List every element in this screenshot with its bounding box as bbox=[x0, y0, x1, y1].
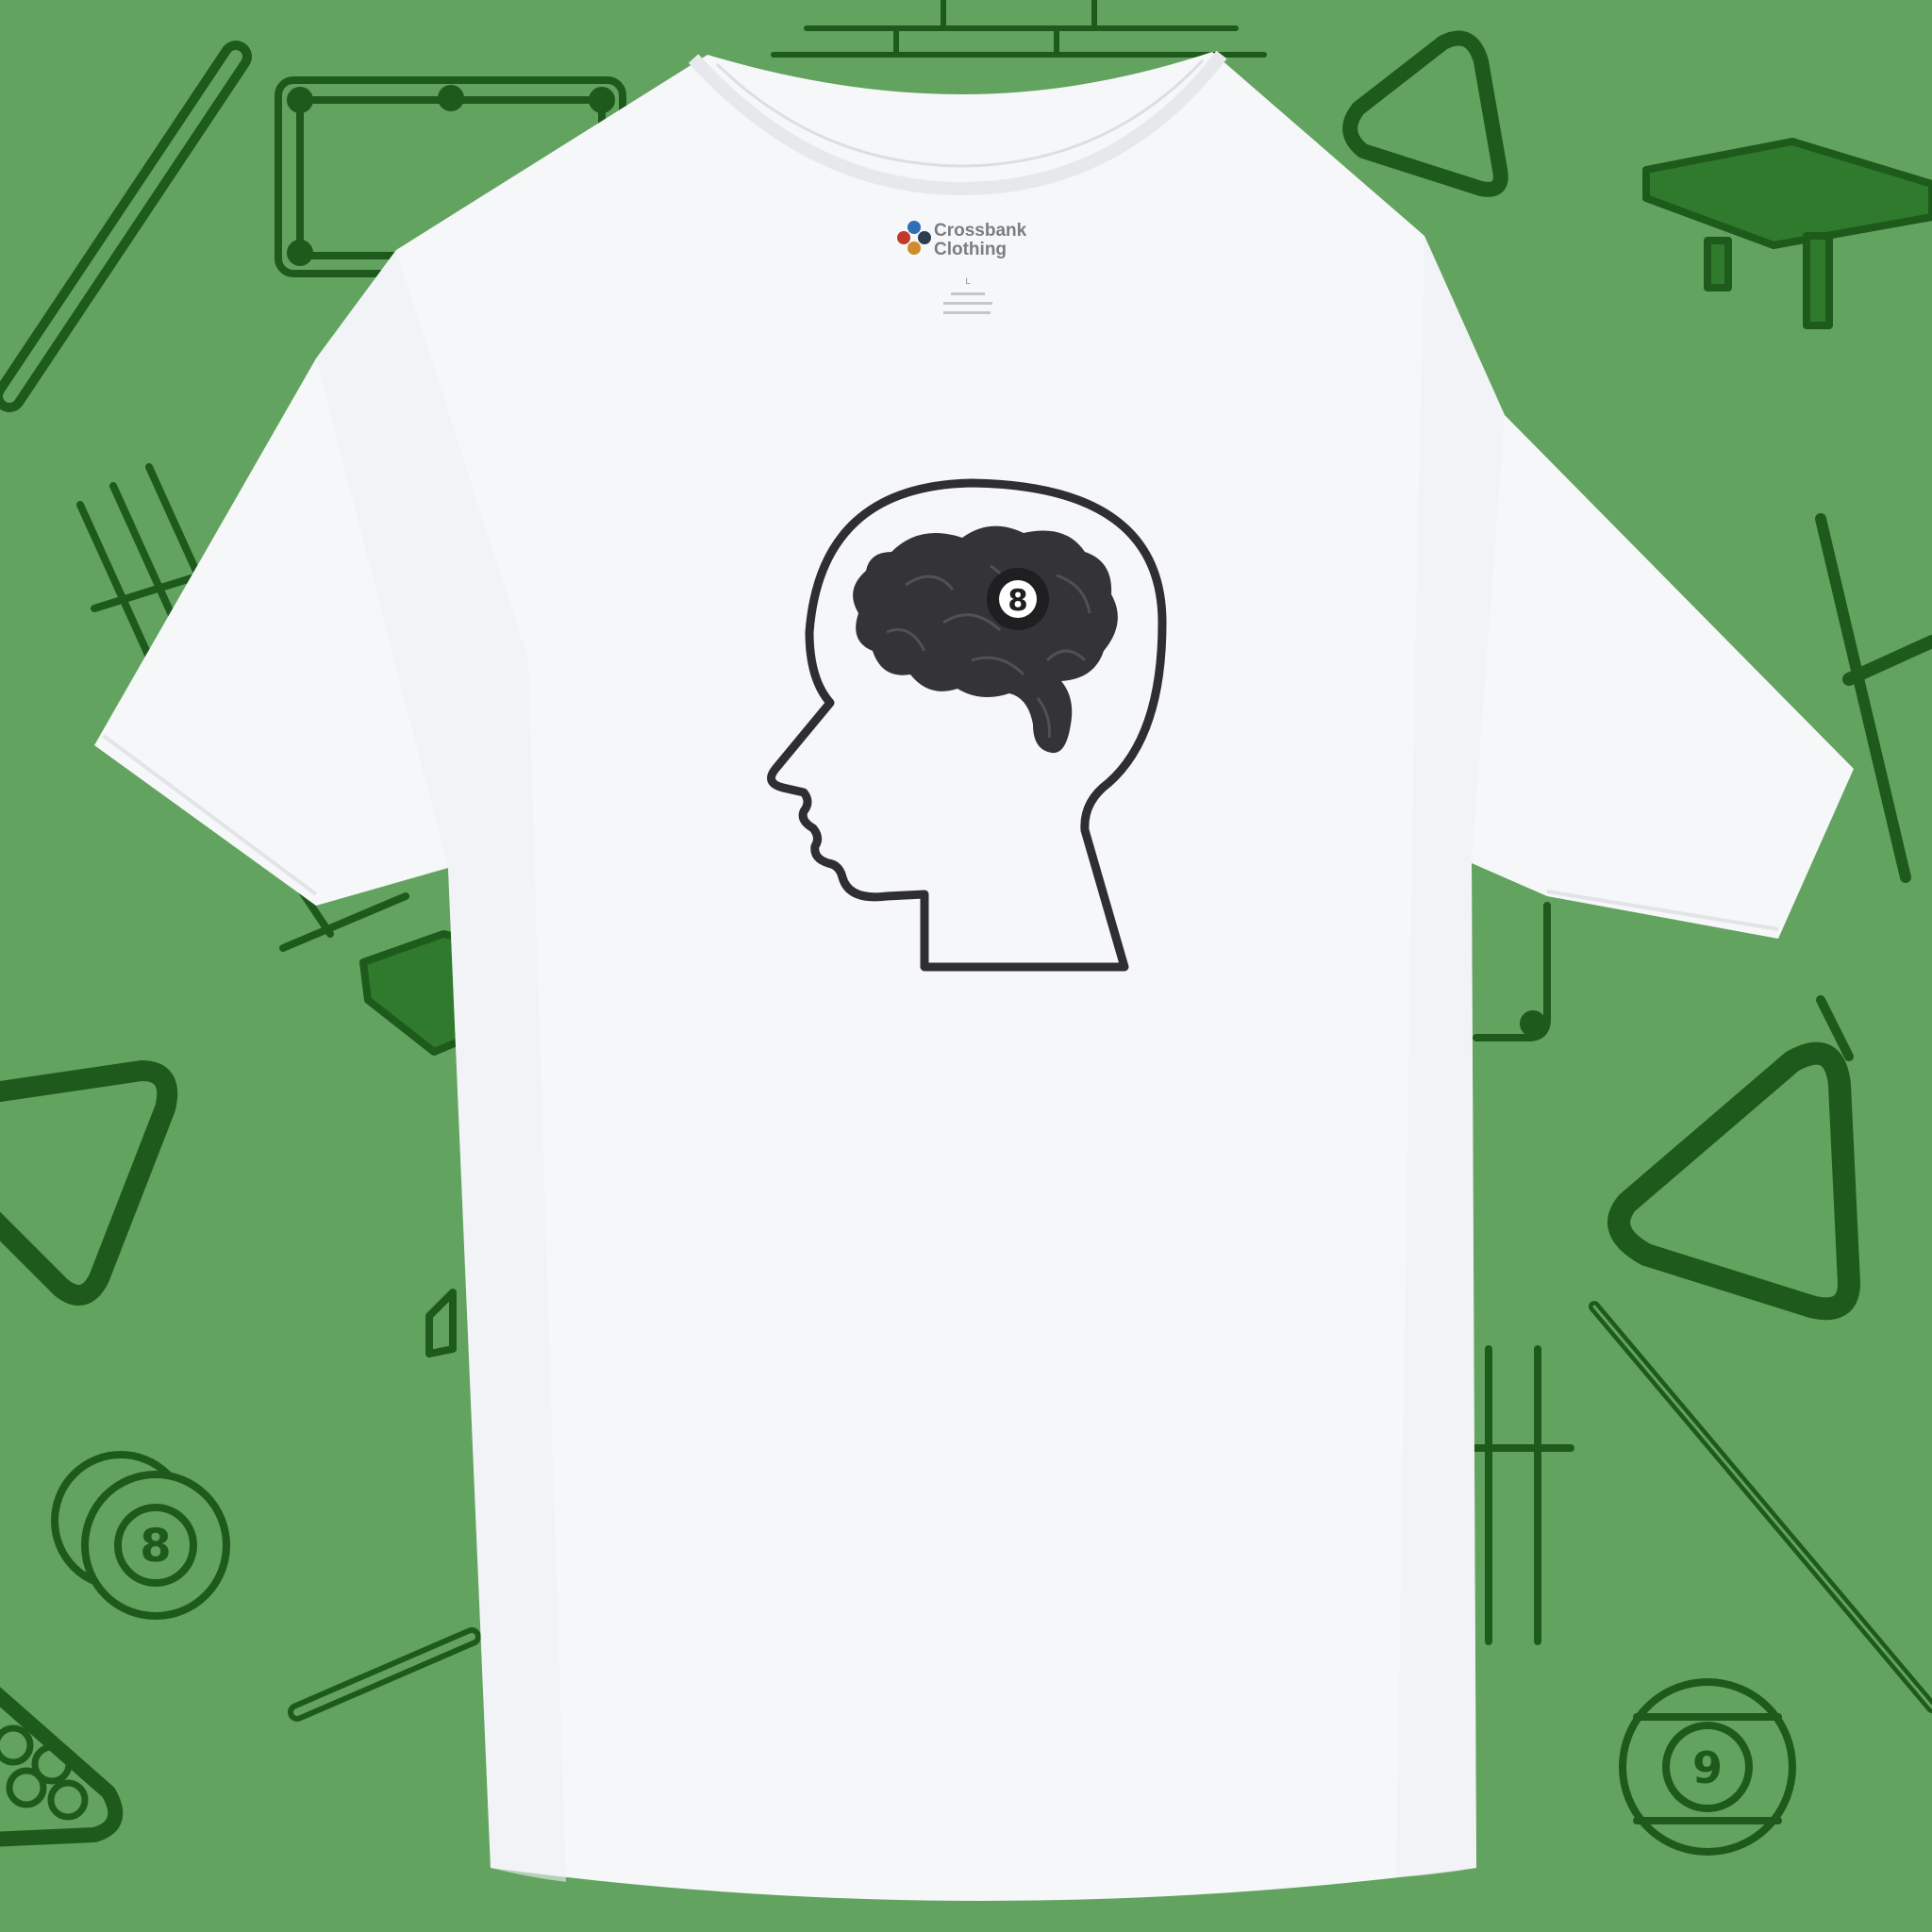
tag-brand-line2: Clothing bbox=[934, 240, 1007, 259]
background-eight-number: 8 bbox=[140, 1520, 171, 1573]
print-ball-number: 8 bbox=[1008, 584, 1028, 618]
tag-size: L bbox=[965, 276, 970, 286]
background-nine-number: 9 bbox=[1692, 1742, 1723, 1793]
tag-brand-line1: Crossbank bbox=[934, 221, 1027, 241]
product-photo: 8 9 Crossbank Clothing L 8 bbox=[0, 0, 1932, 1932]
